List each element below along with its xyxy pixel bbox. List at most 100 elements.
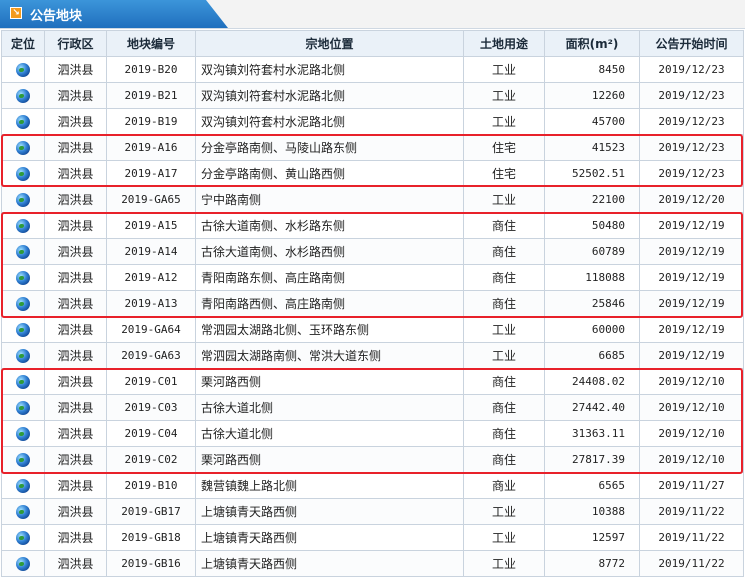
area-cell: 8450 (544, 56, 640, 83)
area-cell: 31363.11 (544, 420, 640, 447)
plot-code-cell: 2019-GB18 (106, 524, 196, 551)
tab-bar: ↘ 公告地块 (0, 0, 745, 29)
globe-icon[interactable] (16, 452, 30, 467)
table-row[interactable]: 泗洪县 2019-A16 分金亭路南侧、马陵山路东侧 住宅 41523 2019/12/2… (1, 134, 744, 161)
land-use-cell: 工业 (463, 498, 545, 525)
area-cell: 27817.39 (544, 446, 640, 473)
globe-icon[interactable] (16, 114, 30, 129)
table-row[interactable]: 泗洪县 2019-GA64 常泗园太湖路北侧、玉环路东侧 工业 60000 2019/12… (1, 316, 744, 343)
col-date[interactable]: 公告开始时间 (639, 30, 744, 57)
globe-icon[interactable] (16, 530, 30, 545)
district-cell: 泗洪县 (44, 498, 107, 525)
globe-icon[interactable] (16, 166, 30, 181)
globe-icon[interactable] (16, 218, 30, 233)
plot-code-cell: 2019-C04 (106, 420, 196, 447)
globe-icon[interactable] (16, 374, 30, 389)
table-row[interactable]: 泗洪县 2019-GB18 上塘镇青天路西侧 工业 12597 2019/11/22 (1, 524, 744, 551)
globe-icon[interactable] (16, 296, 30, 311)
col-location[interactable]: 宗地位置 (195, 30, 464, 57)
location-cell: 古徐大道南侧、水杉路东侧 (195, 212, 464, 239)
location-cell: 栗河路西侧 (195, 368, 464, 395)
globe-icon[interactable] (16, 88, 30, 103)
land-use-cell: 工业 (463, 524, 545, 551)
date-cell: 2019/12/19 (639, 264, 744, 291)
globe-icon[interactable] (16, 140, 30, 155)
table-row[interactable]: 泗洪县 2019-GB17 上塘镇青天路西侧 工业 10388 2019/11/22 (1, 498, 744, 525)
globe-icon[interactable] (16, 504, 30, 519)
locate-cell (1, 472, 45, 499)
arrow-icon: ↘ (10, 7, 22, 19)
plot-code-cell: 2019-B19 (106, 108, 196, 135)
locate-cell (1, 446, 45, 473)
location-cell: 上塘镇青天路西侧 (195, 498, 464, 525)
table-row[interactable]: 泗洪县 2019-A15 古徐大道南侧、水杉路东侧 商住 50480 2019/12/19 (1, 212, 744, 239)
district-cell: 泗洪县 (44, 212, 107, 239)
area-cell: 24408.02 (544, 368, 640, 395)
globe-icon[interactable] (16, 270, 30, 285)
plot-code-cell: 2019-B20 (106, 56, 196, 83)
col-district[interactable]: 行政区 (44, 30, 107, 57)
table-row[interactable]: 泗洪县 2019-C04 古徐大道北侧 商住 31363.11 2019/12/10 (1, 420, 744, 447)
table-row[interactable]: 泗洪县 2019-C01 栗河路西侧 商住 24408.02 2019/12/10 (1, 368, 744, 395)
globe-icon[interactable] (16, 192, 30, 207)
locate-cell (1, 342, 45, 369)
globe-icon[interactable] (16, 478, 30, 493)
area-cell: 52502.51 (544, 160, 640, 187)
location-cell: 分金亭路南侧、马陵山路东侧 (195, 134, 464, 161)
locate-cell (1, 56, 45, 83)
plot-code-cell: 2019-C03 (106, 394, 196, 421)
table-row[interactable]: 泗洪县 2019-A17 分金亭路南侧、黄山路西侧 住宅 52502.51 2019/12… (1, 160, 744, 187)
area-cell: 6685 (544, 342, 640, 369)
table-row[interactable]: 泗洪县 2019-GB16 上塘镇青天路西侧 工业 8772 2019/11/22 (1, 550, 744, 577)
globe-icon[interactable] (16, 348, 30, 363)
location-cell: 常泗园太湖路北侧、玉环路东侧 (195, 316, 464, 343)
plot-code-cell: 2019-C01 (106, 368, 196, 395)
plot-code-cell: 2019-GA64 (106, 316, 196, 343)
date-cell: 2019/12/23 (639, 82, 744, 109)
plot-code-cell: 2019-A14 (106, 238, 196, 265)
locate-cell (1, 368, 45, 395)
col-plot-code[interactable]: 地块编号 (106, 30, 196, 57)
col-locate[interactable]: 定位 (1, 30, 45, 57)
table-row[interactable]: 泗洪县 2019-A14 古徐大道南侧、水杉路西侧 商住 60789 2019/12/19 (1, 238, 744, 265)
plot-code-cell: 2019-B10 (106, 472, 196, 499)
date-cell: 2019/12/23 (639, 160, 744, 187)
table-row[interactable]: 泗洪县 2019-B19 双沟镇刘符套村水泥路北侧 工业 45700 2019/12/23 (1, 108, 744, 135)
locate-cell (1, 420, 45, 447)
location-cell: 青阳南路东侧、高庄路南侧 (195, 264, 464, 291)
globe-icon[interactable] (16, 244, 30, 259)
globe-icon[interactable] (16, 322, 30, 337)
table-row[interactable]: 泗洪县 2019-C03 古徐大道北侧 商住 27442.40 2019/12/10 (1, 394, 744, 421)
globe-icon[interactable] (16, 400, 30, 415)
globe-icon[interactable] (16, 426, 30, 441)
tab-announced-plots[interactable]: ↘ 公告地块 (0, 0, 228, 28)
table-row[interactable]: 泗洪县 2019-C02 栗河路西侧 商住 27817.39 2019/12/10 (1, 446, 744, 473)
table-row[interactable]: 泗洪县 2019-A12 青阳南路东侧、高庄路南侧 商住 118088 2019/12/1… (1, 264, 744, 291)
col-area[interactable]: 面积(m²) (544, 30, 640, 57)
plot-code-cell: 2019-GA65 (106, 186, 196, 213)
area-cell: 22100 (544, 186, 640, 213)
date-cell: 2019/12/10 (639, 420, 744, 447)
date-cell: 2019/12/10 (639, 394, 744, 421)
col-land-use[interactable]: 土地用途 (463, 30, 545, 57)
area-cell: 25846 (544, 290, 640, 317)
area-cell: 50480 (544, 212, 640, 239)
globe-icon[interactable] (16, 556, 30, 571)
table-row[interactable]: 泗洪县 2019-B10 魏营镇魏上路北侧 商业 6565 2019/11/27 (1, 472, 744, 499)
date-cell: 2019/11/22 (639, 550, 744, 577)
date-cell: 2019/12/19 (639, 212, 744, 239)
table-row[interactable]: 泗洪县 2019-GA63 常泗园太湖路南侧、常洪大道东侧 工业 6685 2019/12… (1, 342, 744, 369)
area-cell: 12260 (544, 82, 640, 109)
date-cell: 2019/12/19 (639, 238, 744, 265)
area-cell: 118088 (544, 264, 640, 291)
table-row[interactable]: 泗洪县 2019-B20 双沟镇刘符套村水泥路北侧 工业 8450 2019/12/23 (1, 56, 744, 83)
date-cell: 2019/11/22 (639, 498, 744, 525)
area-cell: 45700 (544, 108, 640, 135)
location-cell: 双沟镇刘符套村水泥路北侧 (195, 108, 464, 135)
table-row[interactable]: 泗洪县 2019-B21 双沟镇刘符套村水泥路北侧 工业 12260 2019/12/23 (1, 82, 744, 109)
globe-icon[interactable] (16, 62, 30, 77)
table-row[interactable]: 泗洪县 2019-A13 青阳南路西侧、高庄路南侧 商住 25846 2019/12/19 (1, 290, 744, 317)
location-cell: 古徐大道北侧 (195, 394, 464, 421)
table-row[interactable]: 泗洪县 2019-GA65 宁中路南侧 工业 22100 2019/12/20 (1, 186, 744, 213)
locate-cell (1, 238, 45, 265)
